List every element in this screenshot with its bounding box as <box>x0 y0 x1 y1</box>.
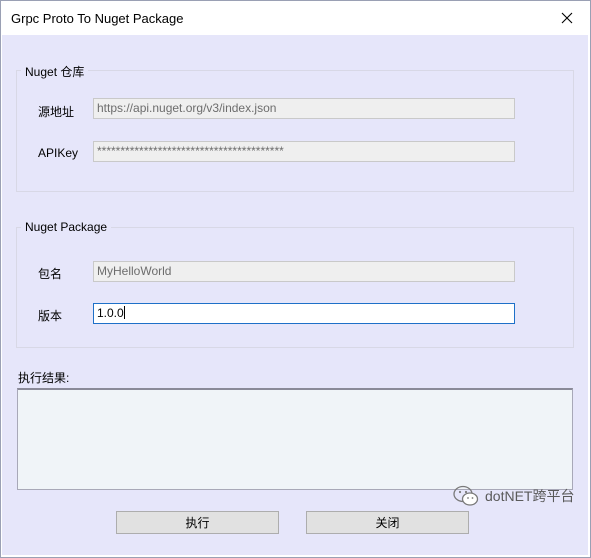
version-label: 版本 <box>38 309 63 323</box>
window-title: Grpc Proto To Nuget Package <box>11 11 184 26</box>
result-output[interactable] <box>17 388 573 490</box>
close-icon <box>561 12 573 24</box>
nuget-package-legend: Nuget Package <box>21 220 112 234</box>
apikey-value: **************************************** <box>97 144 284 158</box>
watermark-text: dotNET跨平台 <box>485 488 575 504</box>
close-button[interactable]: 关闭 <box>306 511 469 534</box>
nuget-package-group <box>16 227 574 348</box>
nuget-repo-legend: Nuget 仓库 <box>21 63 89 80</box>
package-name-field[interactable]: MyHelloWorld <box>93 261 515 282</box>
close-button-label: 关闭 <box>375 516 400 530</box>
source-value: https://api.nuget.org/v3/index.json <box>97 101 277 115</box>
wechat-icon <box>453 485 479 506</box>
app-window: Grpc Proto To Nuget Package Nuget 仓库 源地址… <box>0 0 591 558</box>
close-window-button[interactable] <box>544 1 590 35</box>
apikey-field[interactable]: **************************************** <box>93 141 515 162</box>
title-bar: Grpc Proto To Nuget Package <box>1 1 590 35</box>
execute-button[interactable]: 执行 <box>116 511 279 534</box>
source-field[interactable]: https://api.nuget.org/v3/index.json <box>93 98 515 119</box>
nuget-repo-group <box>16 70 574 192</box>
source-label: 源地址 <box>38 105 75 119</box>
apikey-label: APIKey <box>38 146 79 160</box>
package-name-placeholder: MyHelloWorld <box>97 264 172 278</box>
version-field[interactable]: 1.0.0 <box>93 303 515 324</box>
package-name-label: 包名 <box>38 267 63 281</box>
result-label: 执行结果: <box>18 371 70 385</box>
version-value: 1.0.0 <box>97 306 124 320</box>
client-area: Nuget 仓库 源地址 https://api.nuget.org/v3/in… <box>2 35 588 555</box>
watermark: dotNET跨平台 <box>453 485 574 507</box>
text-caret <box>123 306 125 319</box>
execute-button-label: 执行 <box>185 516 210 530</box>
